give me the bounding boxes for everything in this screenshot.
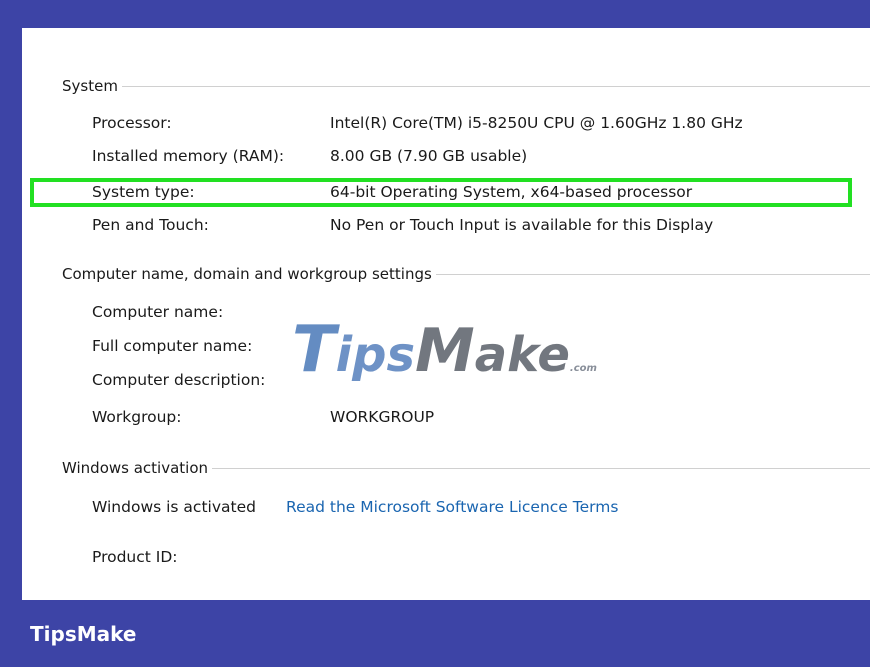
computer-name-section-title: Computer name, domain and workgroup sett…: [62, 265, 432, 283]
system-type-label: System type:: [92, 183, 195, 201]
brand-label: TipsMake: [30, 622, 137, 646]
system-properties-panel: System Processor: Intel(R) Core(TM) i5-8…: [22, 28, 870, 600]
license-terms-link[interactable]: Read the Microsoft Software Licence Term…: [286, 498, 618, 516]
section-divider: [212, 467, 870, 469]
screenshot-frame: System Processor: Intel(R) Core(TM) i5-8…: [0, 0, 870, 667]
computer-description-label: Computer description:: [92, 371, 266, 389]
computer-name-section-header: Computer name, domain and workgroup sett…: [62, 265, 870, 283]
system-section-title: System: [62, 77, 118, 95]
windows-activation-section-header: Windows activation: [62, 459, 870, 477]
full-computer-name-label: Full computer name:: [92, 337, 253, 355]
computer-name-label: Computer name:: [92, 303, 224, 321]
installed-memory-value: 8.00 GB (7.90 GB usable): [330, 147, 528, 165]
workgroup-value: WORKGROUP: [330, 408, 435, 426]
processor-value: Intel(R) Core(TM) i5-8250U CPU @ 1.60GHz…: [330, 114, 743, 132]
product-id-label: Product ID:: [92, 548, 178, 566]
activation-status-text: Windows is activated: [92, 498, 256, 516]
processor-label: Processor:: [92, 114, 172, 132]
windows-activation-section-title: Windows activation: [62, 459, 209, 477]
tipsmake-watermark-logo: TipsMake.com: [292, 313, 597, 387]
section-divider: [121, 85, 870, 87]
system-type-value: 64-bit Operating System, x64-based proce…: [330, 183, 693, 201]
pen-and-touch-value: No Pen or Touch Input is available for t…: [330, 216, 714, 234]
section-divider: [435, 273, 870, 275]
pen-and-touch-label: Pen and Touch:: [92, 216, 209, 234]
system-section-header: System: [62, 77, 870, 95]
installed-memory-label: Installed memory (RAM):: [92, 147, 285, 165]
workgroup-label: Workgroup:: [92, 408, 182, 426]
